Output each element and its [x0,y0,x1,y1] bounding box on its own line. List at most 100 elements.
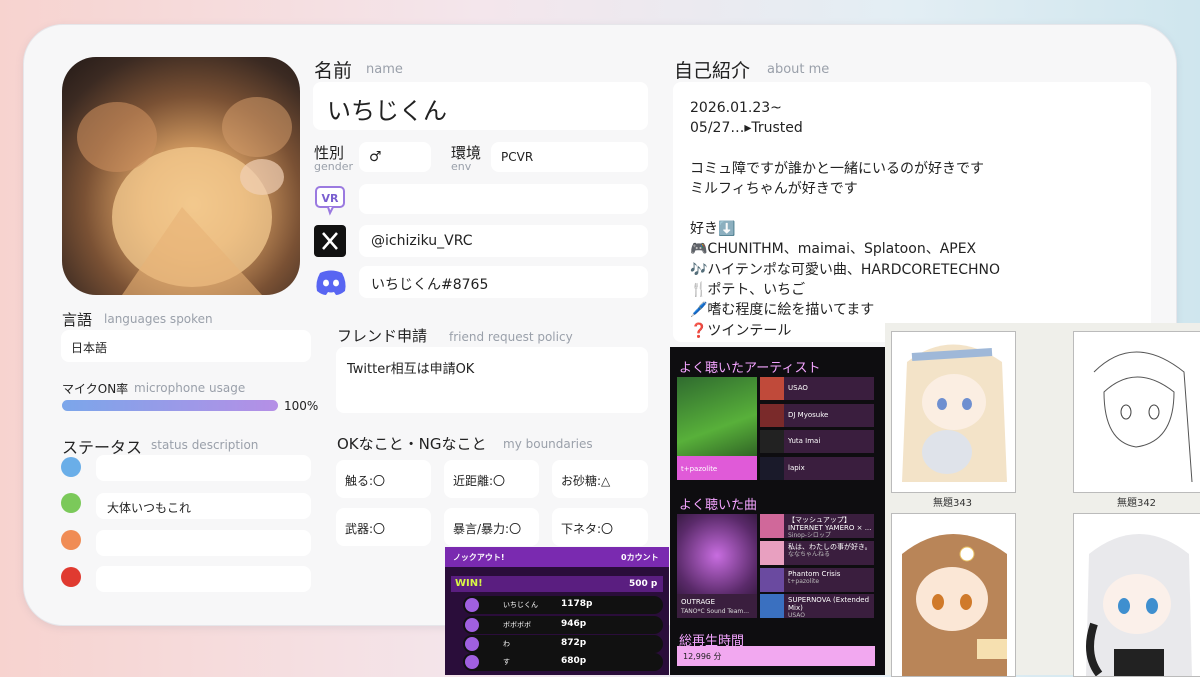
boundary-cell-4: 武器:〇 [336,508,431,546]
boundary-text-1: 触る:〇 [345,474,386,488]
status-dot-red [61,567,81,587]
artist-row-2: DJ Myosuke [760,404,874,427]
song-artist: t+pazolite [788,578,820,585]
about-line: 2026.01.23~ [690,100,782,116]
about-line [690,139,1000,159]
boundary-cell-6: 下ネタ:〇 [552,508,648,546]
status-dot-blue [61,457,81,477]
player-name: ボボボボ [503,621,531,629]
status-sublabel: status description [151,438,259,452]
about-line: 🎮CHUNITHM、maimai、Splatoon、APEX [690,241,977,258]
song-thumb [760,594,784,618]
drawing-2 [1073,331,1200,493]
song-title: 【マッシュアップ】INTERNET YAMERO × ... [788,516,872,532]
lang-sublabel: languages spoken [104,312,213,326]
artist-name: USAO [788,384,808,392]
name-field: いちじくん [313,82,648,130]
splatoon-header-left: ノックアウト! [453,553,505,562]
env-sublabel: env [451,160,472,173]
song-thumb [760,568,784,592]
name-sublabel: name [366,62,403,77]
gender-sublabel: gender [314,160,353,173]
friend-label: フレンド申請 [337,327,428,345]
song-title: 私は、わたしの事が好き。 [788,543,872,551]
splatoon-result: ノックアウト! 0カウント WIN! 500 p いちじくん 1178p ボボボ… [445,547,669,675]
about-line: 🎶ハイテンポな可愛い曲、HARDCORETECHNO [690,261,1001,278]
song-artist: Sinop-シロップ [788,532,831,539]
boundary-text-6: 下ネタ:〇 [561,522,614,536]
about-text: 2026.01.23~ 05/27…▸Trusted コミュ障ですが誰かと一緒に… [690,98,1000,341]
about-line: 🍴ポテト、いちご [690,282,806,299]
about-field: 2026.01.23~ 05/27…▸Trusted コミュ障ですが誰かと一緒に… [673,82,1151,342]
drawing-4-art [1086,534,1192,676]
drawing-1-art [902,344,1007,482]
drawing-2-caption: 無題342 [1116,498,1157,509]
player-row-4: す 680p [463,653,663,671]
status-dot-green [61,493,81,513]
boundary-text-4: 武器:〇 [345,522,386,536]
artist-thumb [760,404,784,427]
x-value: @ichiziku_VRC [371,233,473,249]
player-icon [465,598,479,612]
player-name: わ [503,640,510,648]
player-row-3: わ 872p [463,635,663,653]
player-icon [465,655,479,669]
lang-value: 日本語 [71,341,108,355]
friend-field: Twitter相互は申請OK [336,347,648,413]
artist-thumb [760,430,784,453]
name-value: いちじくん [327,97,447,125]
boundary-cell-2: 近距離:〇 [444,460,539,498]
about-label: 自己紹介 [674,60,751,82]
status-field-3 [96,530,311,556]
discord-field: いちじくん#8765 [359,266,648,298]
top-artist-name: t+pazolite [681,465,718,473]
player-score: 680p [561,656,587,666]
status-text-2: 大体いつもこれ [107,501,192,515]
total-value: 12,996 分 [683,652,722,661]
boundary-text-3: お砂糖:△ [561,474,611,488]
drawing-1-caption: 無題343 [932,498,973,509]
artist-row-4: lapix [760,457,874,480]
friend-sublabel: friend request policy [449,330,573,344]
vrchat-icon: VR [314,184,346,216]
mic-label: マイクON率 [62,382,129,396]
song-row-3: Phantom Crisis t+pazolite [760,568,874,592]
artist-name: lapix [788,464,805,472]
boundaries-sublabel: my boundaries [503,437,593,451]
mic-percent: 100% [284,399,319,413]
splatoon-points: 500 p [629,579,658,589]
boundary-text-5: 暴言/暴力:〇 [453,522,522,536]
drawing-2-art [1093,351,1193,483]
boundary-cell-5: 暴言/暴力:〇 [444,508,539,546]
boundary-cell-3: お砂糖:△ [552,460,648,498]
about-line: コミュ障ですが誰かと一緒にいるのが好きです [690,160,984,177]
lang-field: 日本語 [61,330,311,362]
player-score: 946p [561,619,587,629]
artist-row-3: Yuta Imai [760,430,874,453]
discord-icon [314,267,348,297]
top-song-image: OUTRAGE TANO*C Sound Team... [677,514,757,618]
song-thumb [760,514,784,538]
splatoon-header-right: 0カウント [621,553,659,562]
status-field-2: 大体いつもこれ [96,493,311,519]
player-icon [465,618,479,632]
about-line: ミルフィちゃんが好きです [690,180,858,197]
drawing-1 [891,331,1016,493]
top-artist-image: t+pazolite [677,377,757,480]
artist-thumb [760,457,784,480]
song-row-2: 私は、わたしの事が好き。 ななちゃんねる [760,541,874,565]
gender-field: ♂ [359,142,431,172]
boundary-text-2: 近距離:〇 [453,474,506,488]
name-label: 名前 [314,60,353,82]
player-score: 1178p [561,599,593,609]
discord-value: いちじくん#8765 [371,277,489,293]
gender-value: ♂ [369,149,382,165]
boundary-cell-1: 触る:〇 [336,460,431,498]
song-artist: ななちゃんねる [788,551,831,558]
status-field-1 [96,455,311,481]
song-title: SUPERNOVA (Extended Mix) [788,596,870,612]
about-line: 好き⬇️ [690,221,736,238]
boundaries-label: OKなこと・NGなこと [337,435,487,453]
about-sublabel: about me [767,62,830,77]
lang-label: 言語 [62,311,93,329]
